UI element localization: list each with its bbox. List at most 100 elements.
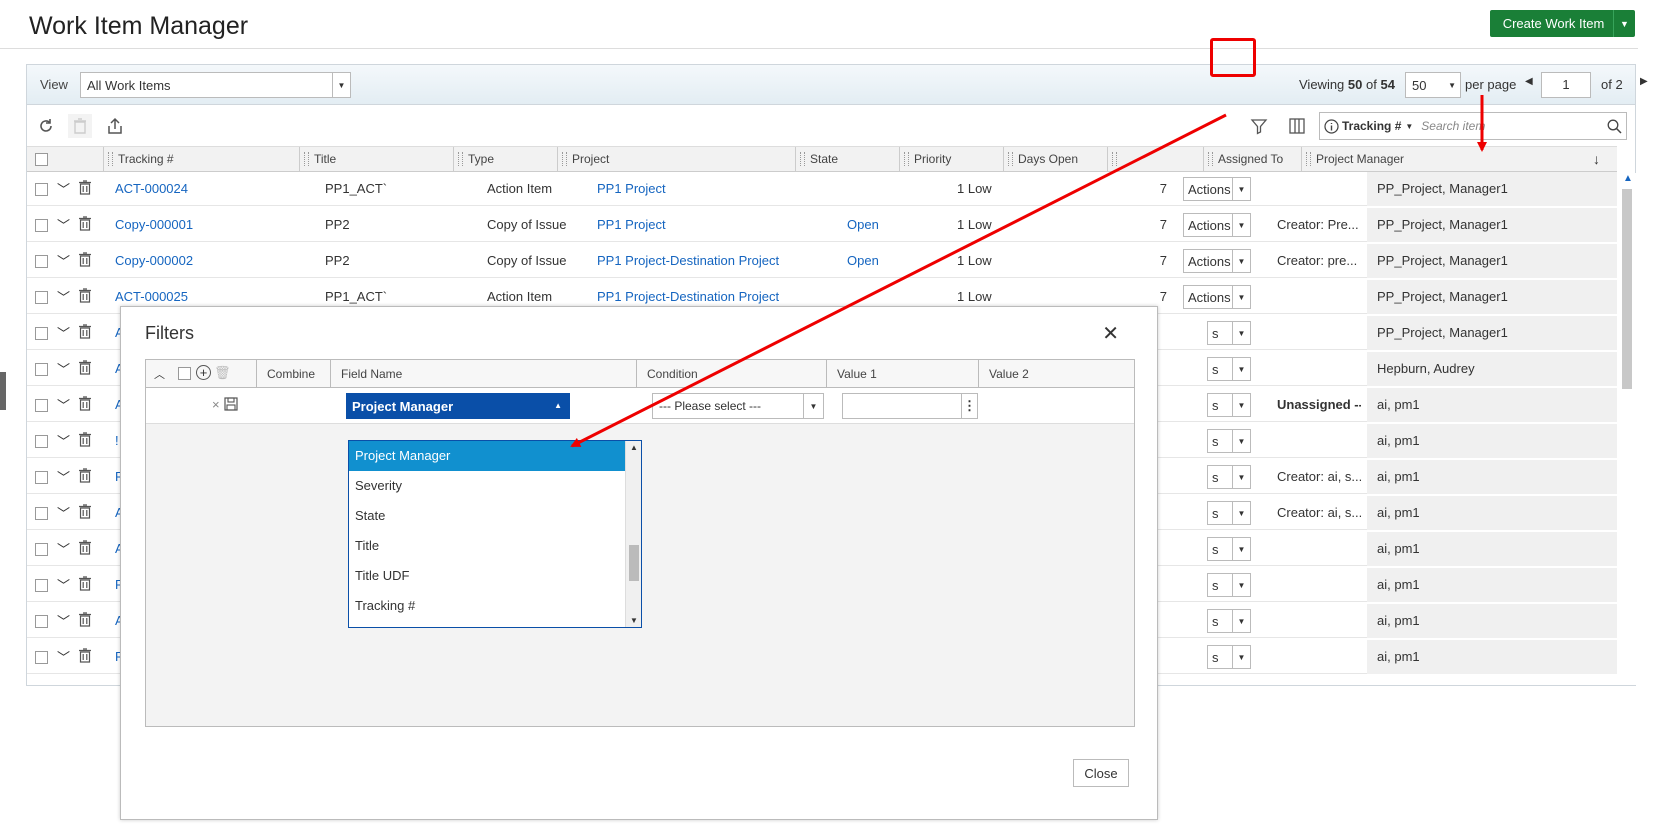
select-all-filters-checkbox[interactable] (178, 367, 191, 380)
actions-button[interactable]: Actions ▼ (1183, 285, 1251, 309)
state-link[interactable]: Open (847, 217, 879, 232)
page-input[interactable]: 1 (1541, 72, 1591, 98)
tracking-link[interactable]: Copy-000002 (115, 253, 194, 268)
trash-icon[interactable] (79, 396, 91, 414)
scroll-up-icon[interactable]: ▲ (1623, 173, 1633, 184)
tracking-link[interactable]: ACT-000025 (115, 289, 188, 304)
row-checkbox[interactable] (35, 183, 48, 196)
delete-icon[interactable] (68, 114, 92, 138)
close-button[interactable]: Close (1073, 759, 1129, 787)
view-select[interactable]: All Work Items ▼ (80, 72, 351, 98)
row-checkbox[interactable] (35, 435, 48, 448)
trash-icon[interactable] (79, 324, 91, 342)
side-tab[interactable] (0, 372, 6, 410)
trash-icon[interactable] (79, 216, 91, 234)
trash-icon[interactable] (79, 468, 91, 486)
row-checkbox[interactable] (35, 327, 48, 340)
dropdown-option[interactable]: Project Manager (349, 441, 627, 471)
remove-icon[interactable]: × (212, 397, 220, 412)
row-checkbox[interactable] (35, 651, 48, 664)
project-link[interactable]: PP1 Project-Destination Project (597, 253, 780, 268)
col-project-manager[interactable]: Project Manager (1301, 147, 1533, 171)
chevron-down-icon[interactable]: ▼ (1405, 122, 1421, 131)
row-checkbox[interactable] (35, 219, 48, 232)
field-name-select[interactable]: Project Manager ▲ (346, 393, 570, 419)
dropdown-option[interactable]: Tracking # (349, 591, 627, 621)
select-all-checkbox[interactable] (35, 153, 48, 166)
filter-icon[interactable] (1243, 110, 1275, 142)
delete-filter-icon[interactable]: 🗑 (214, 365, 231, 381)
trash-icon[interactable] (79, 504, 91, 522)
row-checkbox[interactable] (35, 471, 48, 484)
trash-icon[interactable] (79, 648, 91, 666)
search-input[interactable]: Search item (1421, 119, 1602, 133)
col-state[interactable]: State (795, 147, 899, 171)
chevron-down-icon[interactable]: ﹀ (57, 611, 70, 630)
trash-icon[interactable] (79, 540, 91, 558)
scroll-down-icon[interactable]: ▼ (630, 616, 638, 625)
chevron-down-icon[interactable]: ﹀ (57, 395, 70, 414)
actions-button[interactable]: s ▼ (1207, 429, 1251, 453)
col-project[interactable]: Project (557, 147, 795, 171)
actions-button[interactable]: s ▼ (1207, 465, 1251, 489)
scrollbar-thumb[interactable] (629, 545, 639, 581)
tracking-link[interactable]: ! (115, 433, 119, 448)
chevron-down-icon[interactable]: ﹀ (57, 323, 70, 342)
dropdown-scrollbar[interactable]: ▲ ▼ (625, 441, 641, 627)
export-icon[interactable] (103, 114, 127, 138)
row-checkbox[interactable] (35, 615, 48, 628)
dropdown-option[interactable]: Title UDF (349, 561, 627, 591)
prev-page-icon[interactable]: ◀ (1525, 76, 1533, 87)
table-row[interactable]: ﹀ Copy-000002 PP2 Copy of Issue PP1 Proje… (27, 244, 1617, 278)
row-checkbox[interactable] (35, 291, 48, 304)
save-icon[interactable] (224, 397, 238, 414)
actions-button[interactable]: Actions ▼ (1183, 177, 1251, 201)
state-link[interactable]: Open (847, 253, 879, 268)
grid-scrollbar[interactable] (1619, 173, 1636, 685)
col-priority[interactable]: Priority (899, 147, 1003, 171)
project-link[interactable]: PP1 Project (597, 217, 666, 232)
add-filter-icon[interactable]: + (196, 365, 211, 380)
row-checkbox[interactable] (35, 399, 48, 412)
more-options-icon[interactable]: ⋮ (961, 394, 977, 418)
actions-button[interactable]: s ▼ (1207, 537, 1251, 561)
col-actions[interactable] (1107, 147, 1203, 171)
search-icon[interactable] (1602, 119, 1626, 134)
actions-button[interactable]: s ▼ (1207, 573, 1251, 597)
row-checkbox[interactable] (35, 543, 48, 556)
project-link[interactable]: PP1 Project (597, 181, 666, 196)
next-page-icon[interactable]: ▶ (1640, 76, 1648, 87)
tracking-link[interactable]: Copy-000001 (115, 217, 194, 232)
scroll-up-icon[interactable]: ▲ (630, 443, 638, 452)
col-title[interactable]: Title (299, 147, 453, 171)
scrollbar-thumb[interactable] (1622, 189, 1632, 389)
chevron-down-icon[interactable]: ﹀ (57, 575, 70, 594)
col-days-open[interactable]: Days Open (1003, 147, 1107, 171)
columns-icon[interactable] (1285, 114, 1309, 138)
per-page-select[interactable]: 50 ▼ (1405, 72, 1461, 98)
actions-button[interactable]: s ▼ (1207, 357, 1251, 381)
chevron-down-icon[interactable]: ﹀ (57, 359, 70, 378)
trash-icon[interactable] (79, 612, 91, 630)
row-checkbox[interactable] (35, 507, 48, 520)
row-checkbox[interactable] (35, 363, 48, 376)
trash-icon[interactable] (79, 432, 91, 450)
refresh-icon[interactable] (34, 114, 58, 138)
actions-button[interactable]: s ▼ (1207, 393, 1251, 417)
chevron-down-icon[interactable]: ﹀ (57, 431, 70, 450)
chevron-down-icon[interactable]: ﹀ (57, 539, 70, 558)
chevron-down-icon[interactable]: ﹀ (57, 287, 70, 306)
dropdown-option[interactable]: Title (349, 531, 627, 561)
col-assigned-to[interactable]: Assigned To (1203, 147, 1301, 171)
chevron-down-icon[interactable]: ﹀ (57, 503, 70, 522)
tracking-link[interactable]: ACT-000024 (115, 181, 188, 196)
chevron-down-icon[interactable]: ﹀ (57, 647, 70, 666)
table-row[interactable]: ﹀ ACT-000024 PP1_ACT` Action Item PP1 Pro… (27, 172, 1617, 206)
actions-button[interactable]: Actions ▼ (1183, 213, 1251, 237)
close-icon[interactable]: ✕ (1102, 321, 1119, 346)
collapse-icon[interactable]: ︿ (154, 366, 165, 382)
col-type[interactable]: Type (453, 147, 557, 171)
dropdown-option[interactable]: State (349, 501, 627, 531)
condition-select[interactable]: --- Please select --- ▼ (652, 393, 824, 419)
chevron-down-icon[interactable]: ▼ (1613, 10, 1635, 37)
